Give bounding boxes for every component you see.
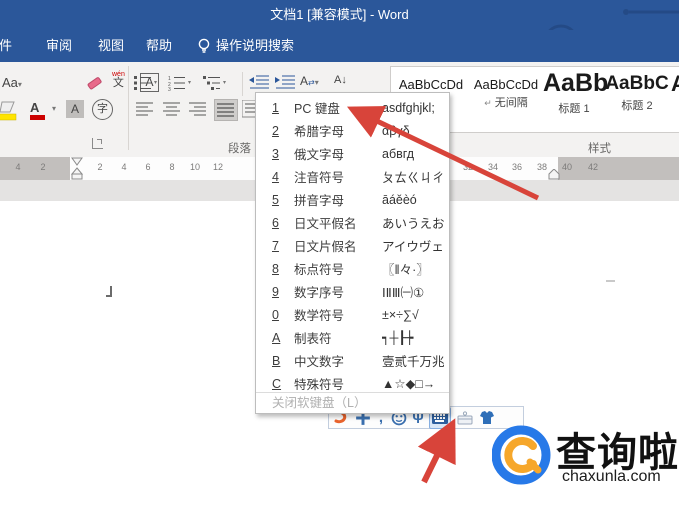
ruler-number: 4 — [10, 162, 26, 172]
ruler-number: 8 — [164, 162, 180, 172]
align-right-button[interactable] — [189, 102, 207, 116]
multilevel-list-button[interactable] — [203, 75, 227, 91]
eraser-icon[interactable] — [86, 74, 104, 92]
chevron-down-icon: ▾ — [18, 80, 22, 89]
document-title: 文档1 [兼容模式] - Word — [0, 0, 679, 30]
ruler-number: 36 — [509, 162, 525, 172]
ruler-number: 12 — [210, 162, 226, 172]
magnifier-ring-icon — [492, 424, 554, 486]
word-window: 文档1 [兼容模式] - Word 邮件 审阅 视图 帮助 操作说明搜索 Aa▾… — [0, 0, 679, 506]
icon-divider — [242, 72, 243, 96]
ruler-number: 6 — [140, 162, 156, 172]
align-left-button[interactable] — [136, 102, 154, 116]
ruler-number: 32 — [460, 162, 476, 172]
style-no-spacing[interactable]: AaBbCcDd ↵ 无间隔 — [469, 67, 543, 130]
menu-item-hiragana[interactable]: 6日文平假名あいうえお — [256, 211, 449, 234]
ruler-number: 4 — [116, 162, 132, 172]
numbering-button[interactable]: 123 — [168, 75, 192, 91]
menu-item-math-symbols[interactable]: 0数学符号±×÷∑√ — [256, 303, 449, 326]
tab-help[interactable]: 帮助 — [146, 30, 172, 62]
chevron-down-icon[interactable]: ▾ — [52, 104, 56, 113]
font-color-button[interactable]: A — [30, 100, 45, 120]
font-dialog-launcher-icon[interactable] — [92, 138, 103, 149]
menu-item-pinyin[interactable]: 5拼音字母āáěèó — [256, 188, 449, 211]
margin-mark — [606, 280, 615, 282]
tab-view[interactable]: 视图 — [98, 30, 124, 62]
menu-item-zhuyin[interactable]: 4注音符号ㄆㄊㄍㄐㄔ — [256, 165, 449, 188]
svg-text:3: 3 — [168, 87, 171, 91]
group-divider — [128, 66, 129, 150]
menu-item-russian[interactable]: 3俄文字母абвгд — [256, 142, 449, 165]
bullets-button[interactable] — [134, 75, 158, 91]
sort-button[interactable]: A↓ — [334, 74, 347, 86]
ruler-number: 2 — [35, 162, 51, 172]
character-scaling-button[interactable]: A⇄▾ — [300, 74, 319, 88]
ribbon-tab-row: 邮件 审阅 视图 帮助 操作说明搜索 — [0, 30, 679, 62]
align-center-button[interactable] — [163, 102, 181, 116]
pilcrow-icon: ↵ — [484, 98, 492, 108]
increase-indent-button[interactable] — [274, 75, 296, 89]
menu-item-close-soft-keyboard[interactable]: 关闭软键盘（L） — [256, 392, 449, 413]
title-bar: 文档1 [兼容模式] - Word — [0, 0, 679, 30]
highlight-color-button[interactable] — [0, 100, 22, 122]
ruler-number: 10 — [187, 162, 203, 172]
style-heading1[interactable]: AaBb 标题 1 — [543, 67, 605, 130]
menu-item-tab-symbols[interactable]: A制表符┑┼┠┾ — [256, 326, 449, 349]
tab-mailings[interactable]: 邮件 — [0, 30, 12, 62]
enclose-characters-button[interactable]: 字 — [92, 99, 113, 120]
style-partial[interactable]: A — [669, 67, 679, 130]
tab-review[interactable]: 审阅 — [46, 30, 72, 62]
soft-keyboard-menu: 1PC 键盘asdfghjkl; 2希腊字母αβγδ 3俄文字母абвгд 4注… — [255, 92, 450, 414]
right-indent-marker[interactable] — [548, 169, 560, 180]
phonetic-guide-button[interactable]: wén 文 — [112, 71, 125, 89]
watermark-logo: 查询啦 chaxunla.com — [492, 424, 679, 506]
menu-item-pc-keyboard[interactable]: 1PC 键盘asdfghjkl; — [256, 96, 449, 119]
justify-button[interactable] — [214, 99, 238, 121]
styles-group-label: 样式 — [588, 140, 611, 156]
cursor-mark — [110, 286, 112, 297]
character-shading-button[interactable]: A — [66, 100, 84, 118]
change-case-button[interactable]: Aa▾ — [2, 75, 22, 90]
ruler-number: 34 — [485, 162, 501, 172]
menu-item-greek[interactable]: 2希腊字母αβγδ — [256, 119, 449, 142]
menu-item-katakana[interactable]: 7日文片假名アイウヴェ — [256, 234, 449, 257]
tell-me-search[interactable]: 操作说明搜索 — [216, 30, 294, 62]
menu-item-chinese-numerals[interactable]: B中文数字壹贰千万兆 — [256, 349, 449, 372]
toolbox-icon[interactable] — [457, 410, 473, 426]
indent-markers[interactable] — [71, 157, 85, 180]
menu-item-punctuation[interactable]: 8标点符号〖‖々·〗 — [256, 257, 449, 280]
ruler-number: 40 — [559, 162, 575, 172]
lightbulb-icon — [197, 38, 211, 54]
menu-item-numeric-ordinal[interactable]: 9数字序号ⅠⅡⅢ㈠① — [256, 280, 449, 303]
paragraph-group-label: 段落 — [228, 140, 251, 156]
decrease-indent-button[interactable] — [248, 75, 270, 89]
ruler-number: 42 — [585, 162, 601, 172]
ruler-number: 2 — [92, 162, 108, 172]
style-heading2[interactable]: AaBbC 标题 2 — [605, 67, 669, 130]
watermark-domain: chaxunla.com — [562, 468, 661, 486]
